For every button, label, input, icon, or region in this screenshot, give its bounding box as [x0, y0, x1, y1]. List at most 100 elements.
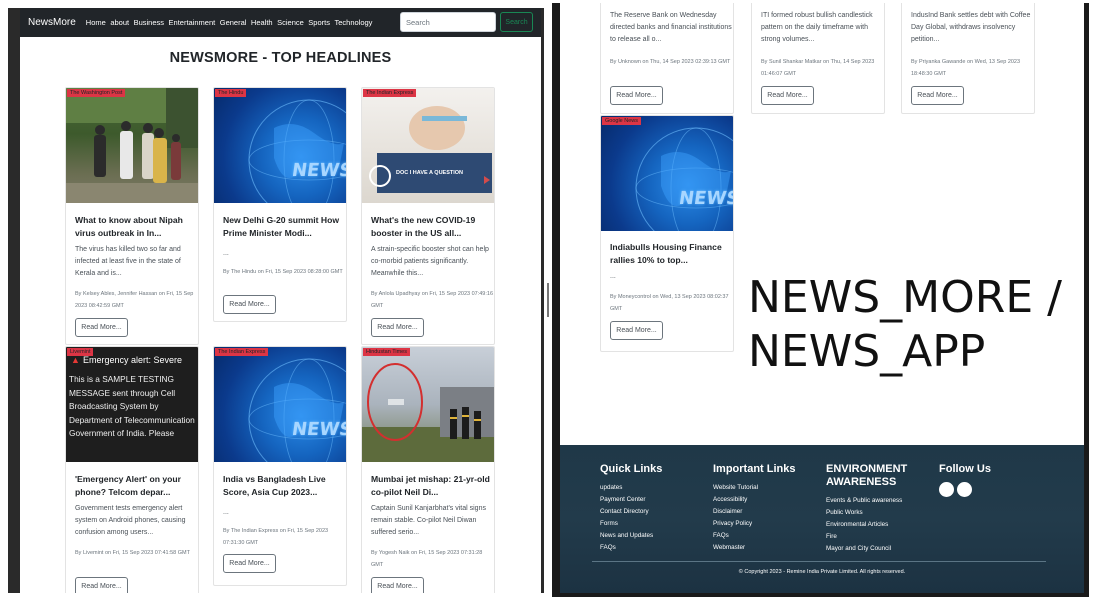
nav-link-entertainment[interactable]: Entertainment [169, 18, 216, 27]
app-name-line-2: NEWS_APP [748, 326, 986, 377]
search-input[interactable]: Search [400, 12, 496, 32]
news-title[interactable]: New Delhi G-20 summit How Prime Minister… [223, 214, 345, 239]
news-description: ... [223, 250, 229, 257]
news-meta: By Priyanka Gawande on Wed, 13 Sep 2023 … [911, 59, 1021, 77]
news-description: ... [223, 509, 229, 516]
nav-link-technology[interactable]: Technology [334, 18, 372, 27]
news-image-globe: Google News NEWS [601, 116, 733, 231]
app-name-line-1: NEWS_MORE / [748, 272, 1062, 323]
read-more-button[interactable]: Read More... [371, 318, 424, 337]
footer-link-events[interactable]: Events & Public awareness [826, 495, 907, 507]
news-meta: By Moneycontrol on Wed, 13 Sep 2023 08:0… [610, 294, 729, 312]
source-badge: The Indian Express [363, 89, 417, 97]
read-more-button[interactable]: Read More... [223, 295, 276, 314]
news-card: The Washington Post What to know about N… [65, 87, 199, 345]
footer-link-contact-directory[interactable]: Contact Directory [600, 506, 662, 518]
read-more-button[interactable]: Read More... [911, 86, 964, 105]
news-card: Google News NEWS Indiabulls Housing Fina… [600, 115, 734, 352]
news-meta: By The Indian Express on Fri, 15 Sep 202… [223, 528, 329, 546]
newsmore-scrolled-page: The Reserve Bank on Wednesday directed b… [560, 3, 1084, 593]
site-footer: Quick Links updates Payment Center Conta… [560, 445, 1084, 593]
news-card: Hindustan Times Mumbai jet mishap: 21-yr… [361, 346, 495, 593]
footer-link-fire[interactable]: Fire [826, 531, 907, 543]
read-more-button[interactable]: Read More... [75, 318, 128, 337]
alert-heading: Emergency alert: Severe [83, 355, 183, 365]
footer-link-payment-center[interactable]: Payment Center [600, 494, 662, 506]
right-screenshot-frame: The Reserve Bank on Wednesday directed b… [552, 3, 1089, 597]
nav-link-sports[interactable]: Sports [308, 18, 330, 27]
footer-heading: Follow Us [939, 463, 991, 475]
footer-divider [592, 561, 1046, 562]
news-title[interactable]: What's the new COVID-19 booster in the U… [371, 214, 493, 239]
news-card: The Indian Express NEWS India vs Banglad… [213, 346, 347, 586]
source-badge: The Washington Post [67, 89, 126, 97]
news-title[interactable]: 'Emergency Alert' on your phone? Telcom … [75, 473, 197, 498]
source-badge: The Indian Express [215, 348, 269, 356]
footer-heading: ENVIRONMENT AWARENESS [826, 463, 907, 489]
news-meta: By The Hindu on Fri, 15 Sep 2023 08:28:0… [223, 269, 343, 275]
news-meta: By Yogesh Naik on Fri, 15 Sep 2023 07:31… [371, 550, 483, 568]
nav-link-home[interactable]: Home [86, 18, 106, 27]
news-card: The Reserve Bank on Wednesday directed b… [600, 3, 734, 114]
nav-link-about[interactable]: about [110, 18, 129, 27]
footer-heading: Important Links [713, 463, 796, 475]
warning-icon: ▲ [71, 355, 80, 365]
news-description: ITI formed robust bullish candlestick pa… [761, 12, 873, 43]
footer-heading: Quick Links [600, 463, 663, 475]
nav-link-general[interactable]: General [220, 18, 247, 27]
news-description: The Reserve Bank on Wednesday directed b… [610, 12, 732, 43]
newsmore-home-page: NewsMore Home about Business Entertainme… [20, 8, 541, 593]
footer-link-forms[interactable]: Forms [600, 518, 662, 530]
footer-follow-us: Follow Us [939, 463, 991, 502]
alert-body: This is a SAMPLE TESTING MESSAGE sent th… [69, 374, 195, 438]
news-title[interactable]: Indiabulls Housing Finance rallies 10% t… [610, 241, 732, 266]
news-image-people-walking: The Washington Post [66, 88, 198, 203]
left-screenshot-frame: NewsMore Home about Business Entertainme… [8, 8, 544, 593]
nav-link-health[interactable]: Health [251, 18, 273, 27]
panel-divider [547, 283, 549, 317]
footer-link-privacy-policy[interactable]: Privacy Policy [713, 518, 796, 530]
read-more-button[interactable]: Read More... [223, 554, 276, 573]
footer-link-mayor-council[interactable]: Mayor and City Council [826, 543, 907, 555]
source-badge: Livemint [67, 348, 94, 356]
footer-heading-line-1: ENVIRONMENT [826, 463, 908, 475]
news-image-emergency-alert: Livemint ▲ Emergency alert: Severe This … [66, 347, 198, 462]
news-card: The Hindu NEWS New Delhi G-20 summit How… [213, 87, 347, 322]
page-title: NEWSMORE - TOP HEADLINES [169, 50, 392, 66]
read-more-button[interactable]: Read More... [761, 86, 814, 105]
news-meta: By Livemint on Fri, 15 Sep 2023 07:41:58… [75, 550, 190, 556]
read-more-button[interactable]: Read More... [610, 86, 663, 105]
social-icon[interactable] [957, 482, 972, 497]
news-card: The Indian Express DOC I HAVE A QUESTION… [361, 87, 495, 345]
nav-link-business[interactable]: Business [134, 18, 164, 27]
people-illustration [66, 88, 198, 203]
globe-illustration [248, 358, 346, 462]
nav-link-science[interactable]: Science [277, 18, 304, 27]
news-title[interactable]: India vs Bangladesh Live Score, Asia Cup… [223, 473, 345, 498]
read-more-button[interactable]: Read More... [610, 321, 663, 340]
read-more-button[interactable]: Read More... [371, 577, 424, 593]
news-title[interactable]: What to know about Nipah virus outbreak … [75, 214, 197, 239]
footer-link-news-updates[interactable]: News and Updates [600, 530, 662, 542]
search-button[interactable]: Search [500, 12, 533, 32]
footer-link-updates[interactable]: updates [600, 482, 662, 494]
social-icon[interactable] [939, 482, 954, 497]
footer-link-faqs[interactable]: FAQs [600, 542, 662, 554]
news-title[interactable]: Mumbai jet mishap: 21-yr-old co-pilot Ne… [371, 473, 493, 498]
brand-logo[interactable]: NewsMore [28, 17, 76, 28]
top-navbar: NewsMore Home about Business Entertainme… [20, 8, 541, 37]
footer-link-webmaster[interactable]: Webmaster [713, 542, 796, 554]
news-image-jet-mishap: Hindustan Times [362, 347, 494, 462]
source-badge: Hindustan Times [363, 348, 410, 356]
copyright-text: © Copyright 2023 - Remine India Private … [738, 569, 906, 575]
footer-link-disclaimer[interactable]: Disclaimer [713, 506, 796, 518]
footer-link-faqs[interactable]: FAQs [713, 530, 796, 542]
news-image-globe: The Indian Express NEWS [214, 347, 346, 462]
footer-link-environmental-articles[interactable]: Environmental Articles [826, 519, 907, 531]
footer-link-accessibility[interactable]: Accessibility [713, 494, 796, 506]
footer-link-public-works[interactable]: Public Works [826, 507, 907, 519]
news-description: Captain Sunil Kanjarbhat's vital signs r… [371, 505, 486, 536]
news-card: Livemint ▲ Emergency alert: Severe This … [65, 346, 199, 593]
footer-link-website-tutorial[interactable]: Website Tutorial [713, 482, 796, 494]
read-more-button[interactable]: Read More... [75, 577, 128, 593]
